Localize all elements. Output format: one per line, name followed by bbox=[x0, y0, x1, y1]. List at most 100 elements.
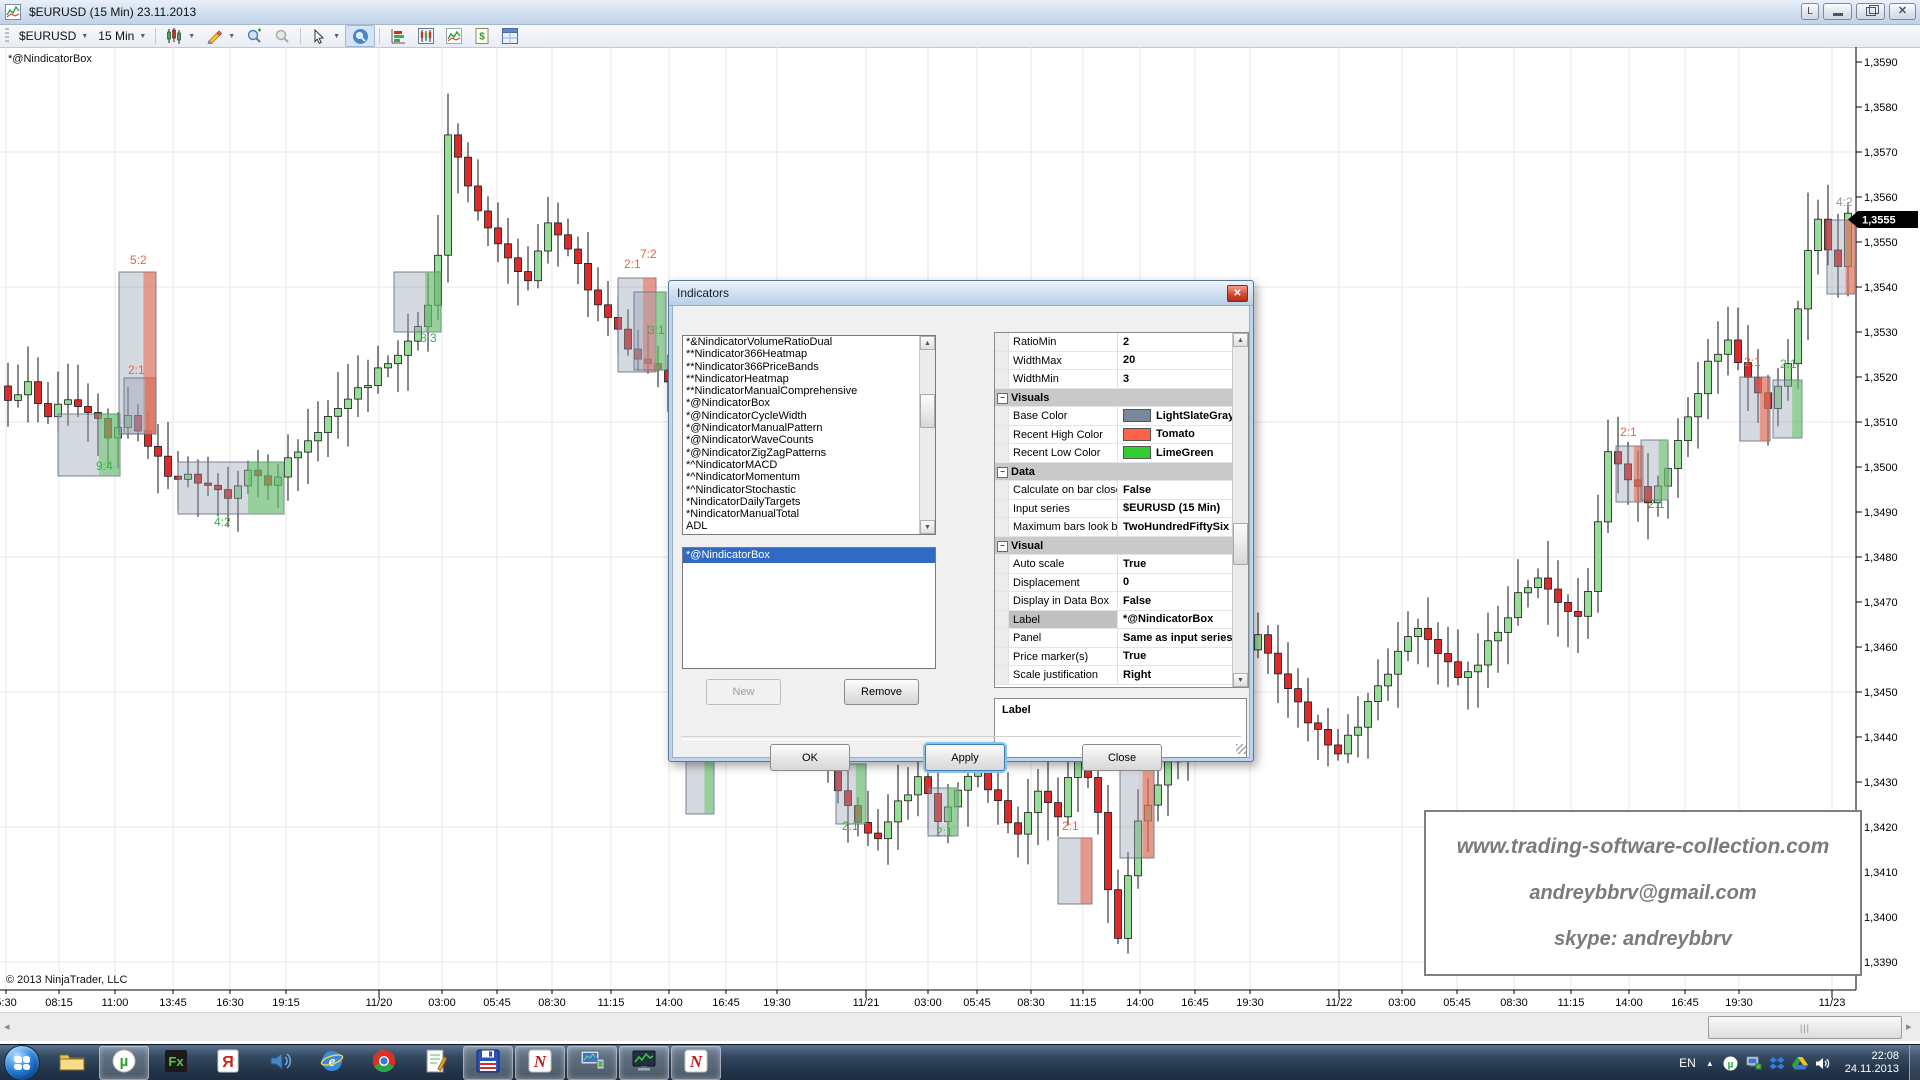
show-desktop-button[interactable] bbox=[1909, 1045, 1920, 1080]
taskbar-app-ninjatrader-2[interactable]: N bbox=[671, 1046, 721, 1080]
property-value[interactable]: 20 bbox=[1117, 352, 1248, 370]
property-value[interactable]: $EURUSD (15 Min) bbox=[1117, 500, 1248, 518]
property-row[interactable]: RatioMin2 bbox=[995, 333, 1248, 352]
taskbar-app-notes[interactable] bbox=[411, 1046, 461, 1080]
scroll-up-icon[interactable]: ▲ bbox=[1233, 333, 1248, 347]
tray-drive-icon[interactable] bbox=[1791, 1054, 1809, 1072]
property-category-row[interactable]: −Data bbox=[995, 463, 1248, 482]
property-value[interactable]: Right bbox=[1117, 666, 1248, 684]
tray-network-icon[interactable] bbox=[1745, 1054, 1763, 1072]
property-row[interactable]: Auto scaleTrue bbox=[995, 555, 1248, 574]
property-row[interactable]: Maximum bars look backTwoHundredFiftySix bbox=[995, 518, 1248, 537]
property-value[interactable]: True bbox=[1117, 648, 1248, 666]
taskbar-app-internet-explorer[interactable]: e bbox=[307, 1046, 357, 1080]
property-row[interactable]: Scale justificationRight bbox=[995, 666, 1248, 685]
apply-button[interactable]: Apply bbox=[925, 744, 1005, 771]
grid-scrollbar[interactable]: ▲ ▼ bbox=[1232, 333, 1248, 687]
collapse-icon[interactable]: − bbox=[997, 393, 1008, 404]
tray-dropbox-icon[interactable] bbox=[1768, 1054, 1786, 1072]
remove-button[interactable]: Remove bbox=[844, 679, 919, 705]
property-value[interactable]: 0 bbox=[1117, 574, 1248, 592]
tray-volume-icon[interactable] bbox=[1814, 1054, 1832, 1072]
hidden-icons-button[interactable]: ▲ bbox=[1706, 1059, 1714, 1068]
property-value[interactable]: False bbox=[1117, 481, 1248, 499]
property-row[interactable]: Base ColorLightSlateGray bbox=[995, 407, 1248, 426]
ok-button[interactable]: OK bbox=[770, 744, 850, 771]
taskbar-app-ninjatrader[interactable]: N bbox=[515, 1046, 565, 1080]
indicator-list-item[interactable]: *^NindicatorMomentum bbox=[683, 471, 935, 483]
property-value[interactable]: LightSlateGray bbox=[1117, 407, 1248, 425]
scrollbar-thumb[interactable]: ||| bbox=[1708, 1016, 1902, 1039]
resize-grip[interactable] bbox=[1236, 744, 1246, 754]
scrollbar-thumb[interactable] bbox=[920, 394, 935, 428]
property-value[interactable]: False bbox=[1117, 592, 1248, 610]
indicator-list-item[interactable]: **NindicatorHeatmap bbox=[683, 373, 935, 385]
scroll-up-icon[interactable]: ▲ bbox=[920, 336, 935, 350]
indicator-list-item[interactable]: **Nindicator366Heatmap bbox=[683, 348, 935, 360]
property-row[interactable]: Display in Data BoxFalse bbox=[995, 592, 1248, 611]
indicator-list-item[interactable]: ADL bbox=[683, 520, 935, 532]
indicator-list-item[interactable]: *@NindicatorZigZagPatterns bbox=[683, 447, 935, 459]
property-value[interactable]: 3 bbox=[1117, 370, 1248, 388]
taskbar-app-chrome[interactable] bbox=[359, 1046, 409, 1080]
property-value[interactable]: Same as input series bbox=[1117, 629, 1248, 647]
tray-utorrent-icon[interactable]: µ bbox=[1722, 1054, 1740, 1072]
property-value[interactable]: Tomato bbox=[1117, 426, 1248, 444]
indicator-list-item[interactable]: *^NindicatorStochastic bbox=[683, 484, 935, 496]
taskbar-app-volume-app[interactable] bbox=[255, 1046, 305, 1080]
taskbar-app-remote-desktop[interactable] bbox=[567, 1046, 617, 1080]
dialog-title-bar[interactable]: Indicators bbox=[669, 281, 1253, 306]
start-button[interactable] bbox=[4, 1045, 40, 1080]
taskbar-app-explorer[interactable] bbox=[47, 1046, 97, 1080]
scrollbar-thumb[interactable] bbox=[1233, 523, 1248, 565]
indicator-list-item[interactable]: *&NindicatorVolumeRatioDual bbox=[683, 336, 935, 348]
available-indicators-list[interactable]: *&NindicatorVolumeRatioDual**Nindicator3… bbox=[682, 335, 936, 535]
indicator-list-item[interactable]: *@NindicatorCycleWidth bbox=[683, 410, 935, 422]
indicator-list-item[interactable]: **NindicatorManualComprehensive bbox=[683, 385, 935, 397]
taskbar-app-system-monitor[interactable] bbox=[619, 1046, 669, 1080]
property-value[interactable]: True bbox=[1117, 555, 1248, 573]
selected-indicator-item[interactable]: *@NindicatorBox bbox=[683, 548, 935, 563]
property-value[interactable]: *@NindicatorBox bbox=[1117, 611, 1248, 629]
indicator-list-item[interactable]: *^NindicatorMACD bbox=[683, 459, 935, 471]
property-row[interactable]: Input series$EURUSD (15 Min) bbox=[995, 500, 1248, 519]
close-dialog-button[interactable]: Close bbox=[1082, 744, 1162, 771]
indicator-list-item[interactable]: *@NindicatorBox bbox=[683, 397, 935, 409]
property-value[interactable]: LimeGreen bbox=[1117, 444, 1248, 462]
property-category-row[interactable]: −Visual bbox=[995, 537, 1248, 556]
list-scrollbar[interactable]: ▲ ▼ bbox=[919, 336, 935, 534]
scroll-down-icon[interactable]: ▼ bbox=[920, 520, 935, 534]
property-category-row[interactable]: −Visuals bbox=[995, 389, 1248, 408]
indicator-list-item[interactable]: *@NindicatorManualPattern bbox=[683, 422, 935, 434]
indicator-list-item[interactable]: *@NindicatorWaveCounts bbox=[683, 434, 935, 446]
property-row[interactable]: WidthMax20 bbox=[995, 352, 1248, 371]
property-row[interactable]: Label*@NindicatorBox bbox=[995, 611, 1248, 630]
property-row[interactable]: Price marker(s)True bbox=[995, 648, 1248, 667]
taskbar-clock[interactable]: 22:08 24.11.2013 bbox=[1845, 1050, 1899, 1076]
property-row[interactable]: Recent High ColorTomato bbox=[995, 426, 1248, 445]
property-row[interactable]: Calculate on bar closeFalse bbox=[995, 481, 1248, 500]
selected-indicators-list[interactable]: *@NindicatorBox bbox=[682, 547, 936, 669]
taskbar-app-utorrent[interactable]: µ bbox=[99, 1046, 149, 1080]
scroll-right-icon[interactable]: ▸ bbox=[1906, 1020, 1912, 1033]
scroll-down-icon[interactable]: ▼ bbox=[1233, 673, 1248, 687]
taskbar-app-yandex[interactable]: Я bbox=[203, 1046, 253, 1080]
property-value[interactable]: TwoHundredFiftySix bbox=[1117, 518, 1248, 536]
property-value[interactable]: 2 bbox=[1117, 333, 1248, 351]
taskbar-app-fx-app[interactable]: Fx bbox=[151, 1046, 201, 1080]
scroll-left-icon[interactable]: ◂ bbox=[4, 1020, 10, 1033]
dialog-close-button[interactable]: ✕ bbox=[1227, 285, 1248, 302]
taskbar-app-floppy-app[interactable] bbox=[463, 1046, 513, 1080]
time-axis[interactable]: 5:3008:1511:0013:4516:3019:1511/2003:000… bbox=[0, 990, 1856, 1009]
indicator-list-item[interactable]: **Nindicator366PriceBands bbox=[683, 361, 935, 373]
new-button[interactable]: New bbox=[706, 679, 781, 705]
property-grid[interactable]: RatioMin2WidthMax20WidthMin3−VisualsBase… bbox=[994, 332, 1249, 688]
indicator-list-item[interactable]: *NindicatorManualTotal bbox=[683, 508, 935, 520]
language-indicator[interactable]: EN bbox=[1679, 1056, 1696, 1070]
property-row[interactable]: Recent Low ColorLimeGreen bbox=[995, 444, 1248, 463]
indicator-list-item[interactable]: *NindicatorDailyTargets bbox=[683, 496, 935, 508]
horizontal-scrollbar[interactable]: ◂ ||| ▸ bbox=[0, 1012, 1920, 1041]
property-row[interactable]: Displacement0 bbox=[995, 574, 1248, 593]
property-row[interactable]: WidthMin3 bbox=[995, 370, 1248, 389]
collapse-icon[interactable]: − bbox=[997, 467, 1008, 478]
